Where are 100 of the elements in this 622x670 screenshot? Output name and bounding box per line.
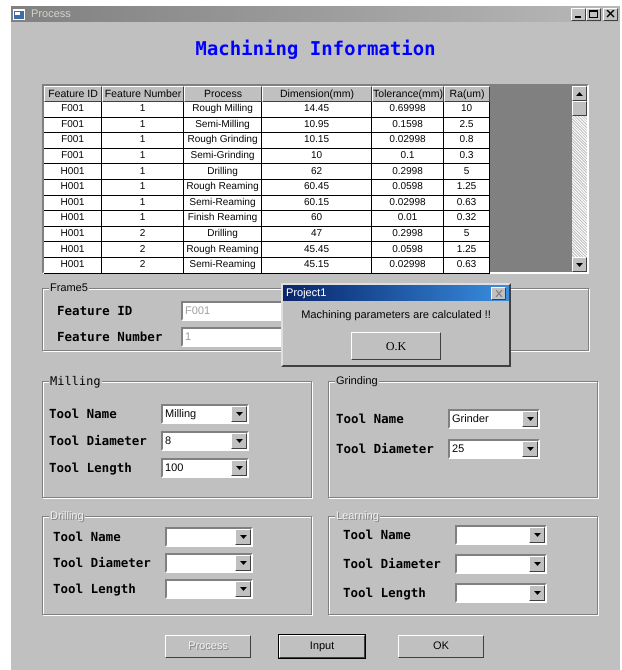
scrollbar[interactable]	[572, 86, 587, 272]
down-arrow-icon	[240, 587, 246, 591]
table-cell: 10	[262, 148, 372, 164]
table-cell: H001	[44, 242, 102, 258]
table-cell: 1	[102, 180, 184, 196]
column-header[interactable]: Feature Number	[102, 86, 184, 102]
table-cell: 0.2998	[372, 164, 444, 180]
dropdown-field[interactable]	[455, 583, 547, 603]
down-arrow-icon	[236, 466, 242, 470]
table-cell: 14.45	[262, 102, 372, 118]
table-cell: 2	[102, 226, 184, 242]
field-label: Tool Length	[53, 582, 137, 596]
down-arrow-icon	[236, 412, 242, 416]
window-title: Process	[31, 8, 71, 20]
table-cell: Rough Reaming	[184, 242, 262, 258]
table-cell: 0.8	[444, 133, 490, 149]
field-label: Tool Name	[53, 530, 122, 544]
table-cell: 2	[102, 258, 184, 274]
page-heading: Machining Information	[195, 36, 436, 62]
table-cell: 0.0598	[372, 180, 444, 196]
column-header[interactable]: Tolerance(mm)	[372, 86, 444, 102]
column-header[interactable]: Ra(um)	[444, 86, 490, 102]
ok-button[interactable]: O.K	[351, 332, 441, 360]
field-label: Tool Length	[49, 462, 133, 474]
down-arrow-icon	[576, 262, 583, 266]
dropdown-field[interactable]	[165, 579, 253, 599]
table-cell: 10	[444, 102, 490, 118]
table-cell: 0.01	[372, 211, 444, 227]
column-header[interactable]: Process	[184, 86, 262, 102]
dropdown-field[interactable]	[455, 525, 547, 545]
field-label: Tool Name	[343, 528, 412, 542]
table-cell: 1	[102, 148, 184, 164]
table-cell: Semi-Reaming	[184, 258, 262, 274]
table-cell: 10.15	[262, 133, 372, 149]
table-cell: 1	[102, 196, 184, 212]
table-cell: 2	[102, 242, 184, 258]
group-title: Grinding	[335, 374, 379, 388]
dropdown-field[interactable]	[165, 553, 253, 573]
table-cell: 0.63	[444, 258, 490, 274]
down-arrow-icon	[534, 533, 540, 537]
table-cell: 0.32	[444, 211, 490, 227]
down-arrow-icon	[240, 561, 246, 565]
up-arrow-icon	[576, 92, 583, 96]
dropdown-field[interactable]: Milling	[161, 404, 249, 424]
table-cell: 1	[102, 118, 184, 134]
table-cell: 1	[102, 211, 184, 227]
field-label: Tool Diameter	[49, 434, 148, 448]
field-label: Tool Diameter	[343, 558, 442, 570]
column-header[interactable]: Dimension(mm)	[262, 86, 372, 102]
close-button[interactable]	[491, 286, 506, 300]
scroll-thumb[interactable]	[572, 101, 587, 116]
table-cell: 1	[102, 102, 184, 118]
table-cell: Rough Milling	[184, 102, 262, 118]
field-label: Tool Name	[336, 412, 405, 426]
table-cell: 0.02998	[372, 196, 444, 212]
table-cell: 45.15	[262, 258, 372, 274]
down-arrow-icon	[534, 591, 540, 595]
table-cell: 0.69998	[372, 102, 444, 118]
column-header[interactable]: Feature ID	[44, 86, 102, 102]
dropdown-field[interactable]: 8	[161, 431, 249, 451]
table-cell: Drilling	[184, 226, 262, 242]
dropdown-field[interactable]: Grinder	[448, 409, 540, 429]
table-cell: H001	[44, 164, 102, 180]
dropdown-field[interactable]	[455, 554, 547, 574]
down-arrow-icon	[240, 535, 246, 539]
maximize-icon	[589, 10, 598, 18]
table-cell: 45.45	[262, 242, 372, 258]
table-cell: Rough Reaming	[184, 180, 262, 196]
dropdown-field[interactable]: 25	[448, 439, 540, 459]
dropdown-field[interactable]	[165, 527, 253, 547]
table-cell: 1.25	[444, 242, 490, 258]
table-cell: 0.02998	[372, 133, 444, 149]
table-cell: 0.02998	[372, 258, 444, 274]
minimize-button[interactable]	[571, 8, 586, 20]
group-title: Drilling	[49, 509, 85, 523]
dialog-button[interactable]: OK	[398, 635, 484, 658]
down-arrow-icon	[236, 439, 242, 443]
table-cell: F001	[44, 102, 102, 118]
group-title: Milling	[49, 374, 102, 388]
table-cell: 62	[262, 164, 372, 180]
maximize-button[interactable]	[586, 8, 601, 20]
field-label: Tool Diameter	[336, 442, 435, 456]
table-cell: H001	[44, 258, 102, 274]
field-label: Tool Length	[343, 586, 427, 600]
table-cell: 0.1	[372, 148, 444, 164]
close-icon	[606, 10, 615, 18]
table-cell: Finish Reaming	[184, 211, 262, 227]
table-cell: 0.2998	[372, 226, 444, 242]
table-cell: 5	[444, 226, 490, 242]
close-button[interactable]	[603, 8, 618, 20]
table-cell: 10.95	[262, 118, 372, 134]
field-label: Tool Diameter	[53, 556, 152, 570]
dialog-button[interactable]: Input	[279, 635, 365, 658]
dropdown-field[interactable]: 100	[161, 458, 249, 478]
table-cell: Semi-Reaming	[184, 196, 262, 212]
table-cell: Rough Grinding	[184, 133, 262, 149]
table-cell: 60	[262, 211, 372, 227]
dialog-message: Machining parameters are calculated !!	[300, 310, 492, 321]
down-arrow-icon	[526, 417, 534, 421]
table-cell: 1	[102, 133, 184, 149]
